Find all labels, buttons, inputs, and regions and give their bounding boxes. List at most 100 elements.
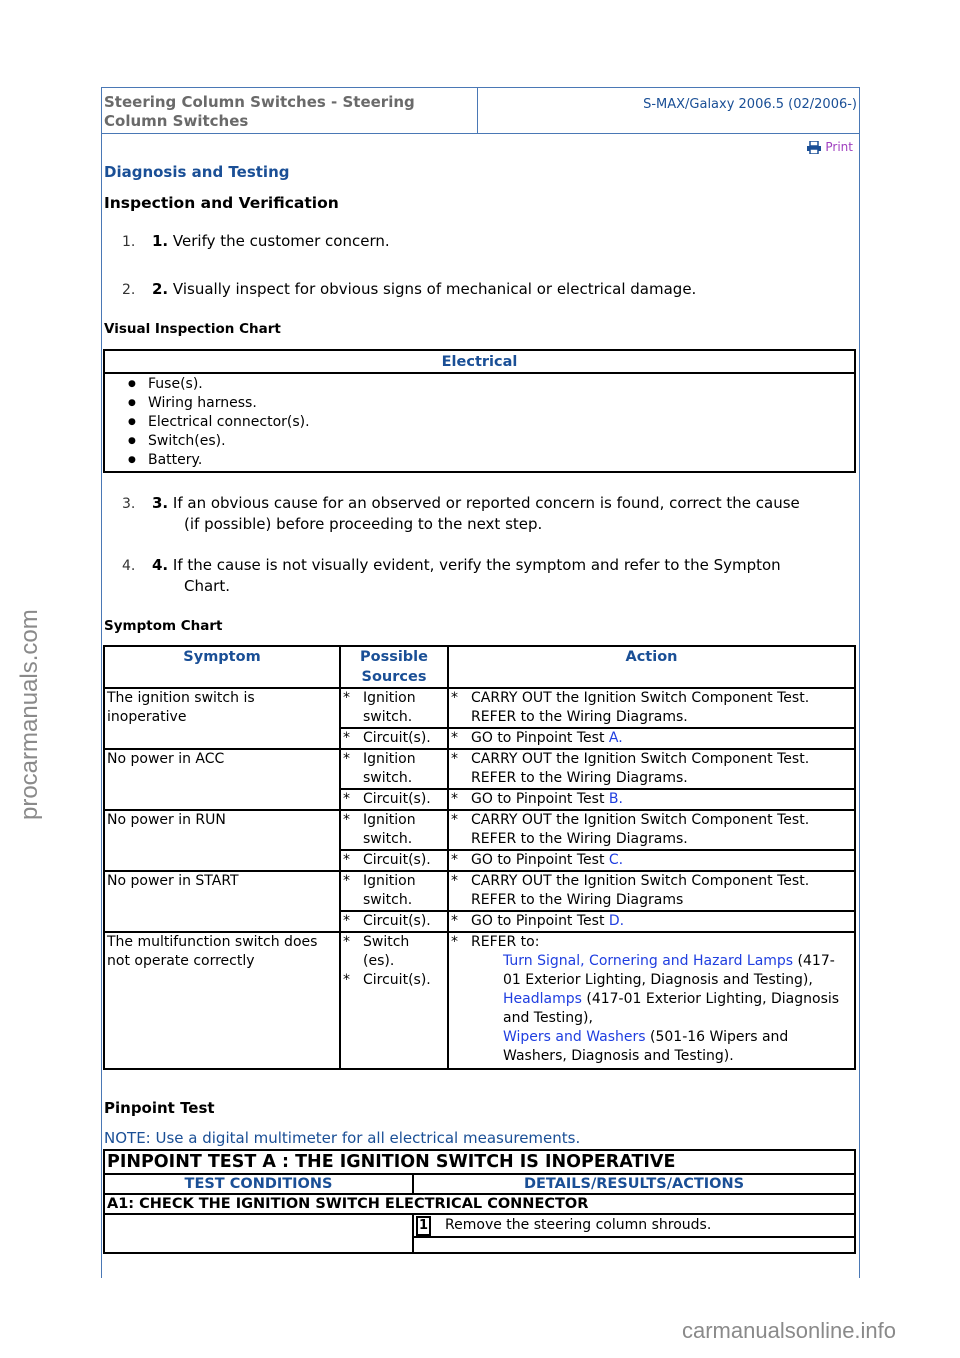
table-row: The ignition switch is inoperative * Ignit… bbox=[103, 687, 856, 750]
action-cell: * GO to Pinpoint Test B. bbox=[447, 788, 856, 811]
pinpoint-test-link[interactable]: B. bbox=[609, 791, 623, 807]
column-header-sources: Possible Sources bbox=[339, 645, 449, 689]
table-row: No power in RUN * Ignition switch. * CARRY O… bbox=[103, 809, 856, 872]
source-text: Ignition switch. bbox=[363, 873, 416, 908]
source-text: Switch (es). bbox=[363, 934, 410, 969]
action-text: GO to Pinpoint Test bbox=[471, 730, 609, 746]
list-item: Fuse(s). bbox=[128, 375, 853, 394]
reference-link[interactable]: Turn Signal, Cornering and Hazard Lamps bbox=[503, 953, 793, 969]
table-row: No power in ACC * Ignition switch. * CARRY O… bbox=[103, 748, 856, 811]
action-text: CARRY OUT the Ignition Switch Component … bbox=[471, 873, 810, 908]
source-cell: * Circuit(s). bbox=[339, 910, 449, 933]
source-cell: * Circuit(s). bbox=[339, 727, 449, 750]
pinpoint-test-link[interactable]: A. bbox=[609, 730, 623, 746]
action-cell: * CARRY OUT the Ignition Switch Component… bbox=[447, 687, 856, 729]
source-cell: * Ignition switch. bbox=[339, 870, 449, 912]
pinpoint-test-table: PINPOINT TEST A : THE IGNITION SWITCH IS… bbox=[103, 1149, 856, 1254]
step-number: 2. bbox=[122, 282, 136, 298]
action-text: GO to Pinpoint Test bbox=[471, 913, 609, 929]
action-cell: * CARRY OUT the Ignition Switch Component… bbox=[447, 748, 856, 790]
list-item: Electrical connector(s). bbox=[128, 413, 853, 432]
step-text: If the cause is not visually evident, ve… bbox=[172, 556, 781, 574]
source-cell: * Circuit(s). bbox=[339, 788, 449, 811]
step-1: 1. 1. Verify the customer concern. bbox=[122, 231, 390, 252]
step-3: 3. 3. If an obvious cause for an observed… bbox=[122, 493, 800, 534]
watermark-procarmanuals: procarmanuals.com bbox=[16, 609, 43, 820]
action-text: CARRY OUT the Ignition Switch Component … bbox=[471, 690, 810, 725]
symptom-table: Symptom Possible Sources Action The igni… bbox=[103, 645, 856, 1070]
symptom-cell: No power in RUN bbox=[103, 809, 341, 872]
substep-row: 1 Remove the steering column shrouds. bbox=[414, 1215, 854, 1238]
column-header-test-conditions: TEST CONDITIONS bbox=[103, 1173, 414, 1195]
step-bold-number: 1. bbox=[152, 232, 169, 250]
source-cell: * Circuit(s). bbox=[339, 849, 449, 872]
source-cell: * Ignition switch. bbox=[339, 687, 449, 729]
column-header-action: Action bbox=[447, 645, 856, 689]
watermark-carmanualsonline: carmanualsonline.info bbox=[682, 1318, 897, 1343]
source-text: Ignition switch. bbox=[363, 812, 416, 847]
symptom-cell: No power in START bbox=[103, 870, 341, 933]
symptom-cell: The multifunction switch does not operat… bbox=[103, 931, 341, 1070]
source-text: Ignition switch. bbox=[363, 690, 416, 725]
source-cell: * Ignition switch. bbox=[339, 748, 449, 790]
list-item: Switch(es). bbox=[128, 432, 853, 451]
action-cell: * GO to Pinpoint Test C. bbox=[447, 849, 856, 872]
action-cell: * CARRY OUT the Ignition Switch Component… bbox=[447, 809, 856, 851]
section-heading-inspection: Inspection and Verification bbox=[104, 194, 339, 212]
symptom-table-header-row: Symptom Possible Sources Action bbox=[103, 645, 856, 689]
symptom-chart-title: Symptom Chart bbox=[104, 618, 223, 634]
visual-inspection-chart-title: Visual Inspection Chart bbox=[104, 321, 281, 337]
source-text: Circuit(s). bbox=[363, 852, 431, 868]
source-text: Circuit(s). bbox=[363, 972, 431, 988]
print-label: Print bbox=[825, 140, 853, 154]
reference-link[interactable]: Wipers and Washers bbox=[503, 1029, 646, 1045]
action-cell: * GO to Pinpoint Test A. bbox=[447, 727, 856, 750]
symptom-cell: The ignition switch is inoperative bbox=[103, 687, 341, 750]
pinpoint-test-link[interactable]: C. bbox=[609, 852, 623, 868]
step-bold-number: 3. bbox=[152, 494, 169, 512]
source-text: Circuit(s). bbox=[363, 791, 431, 807]
pinpoint-test-link[interactable]: D. bbox=[609, 913, 624, 929]
step-2: 2. 2. Visually inspect for obvious signs … bbox=[122, 279, 696, 300]
action-cell: * CARRY OUT the Ignition Switch Component… bbox=[447, 870, 856, 912]
visual-table-header: Electrical bbox=[104, 350, 855, 374]
step-text: If an obvious cause for an observed or r… bbox=[172, 494, 800, 512]
list-item: Battery. bbox=[128, 451, 853, 470]
pinpoint-note: NOTE: Use a digital multimeter for all e… bbox=[104, 1129, 581, 1147]
pinpoint-test-title: Pinpoint Test bbox=[104, 1099, 215, 1117]
action-text: GO to Pinpoint Test bbox=[471, 791, 609, 807]
action-cell: * REFER to: Turn Signal, Cornering and Haz… bbox=[447, 931, 856, 1070]
source-text: Ignition switch. bbox=[363, 751, 416, 786]
test-conditions-cell bbox=[103, 1213, 414, 1253]
step-number: 3. bbox=[122, 496, 136, 512]
source-text: Circuit(s). bbox=[363, 913, 431, 929]
step-text: Visually inspect for obvious signs of me… bbox=[172, 280, 697, 298]
source-text: Circuit(s). bbox=[363, 730, 431, 746]
document-title: Steering Column Switches - Steering Colu… bbox=[102, 88, 478, 133]
table-row: No power in START * Ignition switch. * CARRY… bbox=[103, 870, 856, 933]
step-text-continued: Chart. bbox=[184, 577, 230, 595]
action-text: CARRY OUT the Ignition Switch Component … bbox=[471, 812, 810, 847]
table-row: The multifunction switch does not operat… bbox=[103, 931, 856, 1070]
print-button[interactable]: Print bbox=[807, 140, 853, 154]
visual-items-list: Fuse(s). Wiring harness. Electrical conn… bbox=[106, 375, 853, 470]
step-number: 4. bbox=[122, 558, 136, 574]
pinpoint-step-heading: A1: CHECK THE IGNITION SWITCH ELECTRICAL… bbox=[103, 1193, 856, 1215]
action-text: CARRY OUT the Ignition Switch Component … bbox=[471, 751, 810, 786]
step-text-continued: (if possible) before proceeding to the n… bbox=[184, 515, 543, 533]
action-text: REFER to: bbox=[471, 934, 540, 950]
pinpoint-test-heading: PINPOINT TEST A : THE IGNITION SWITCH IS… bbox=[103, 1149, 856, 1175]
column-header-symptom: Symptom bbox=[103, 645, 341, 689]
document-frame: Steering Column Switches - Steering Colu… bbox=[101, 87, 860, 1278]
printer-icon bbox=[807, 140, 822, 154]
action-cell: * GO to Pinpoint Test D. bbox=[447, 910, 856, 933]
visual-inspection-table: Electrical Fuse(s). Wiring harness. Elec… bbox=[103, 349, 856, 473]
vehicle-model: S-MAX/Galaxy 2006.5 (02/2006-) bbox=[643, 97, 857, 112]
document-header: Steering Column Switches - Steering Colu… bbox=[102, 88, 859, 134]
source-cell: * Switch (es). * Circuit(s). bbox=[339, 931, 449, 1070]
column-header-details: DETAILS/RESULTS/ACTIONS bbox=[412, 1173, 856, 1195]
reference-link[interactable]: Headlamps bbox=[503, 991, 582, 1007]
step-text: Verify the customer concern. bbox=[172, 232, 390, 250]
symptom-cell: No power in ACC bbox=[103, 748, 341, 811]
section-heading-diagnosis: Diagnosis and Testing bbox=[104, 163, 290, 181]
